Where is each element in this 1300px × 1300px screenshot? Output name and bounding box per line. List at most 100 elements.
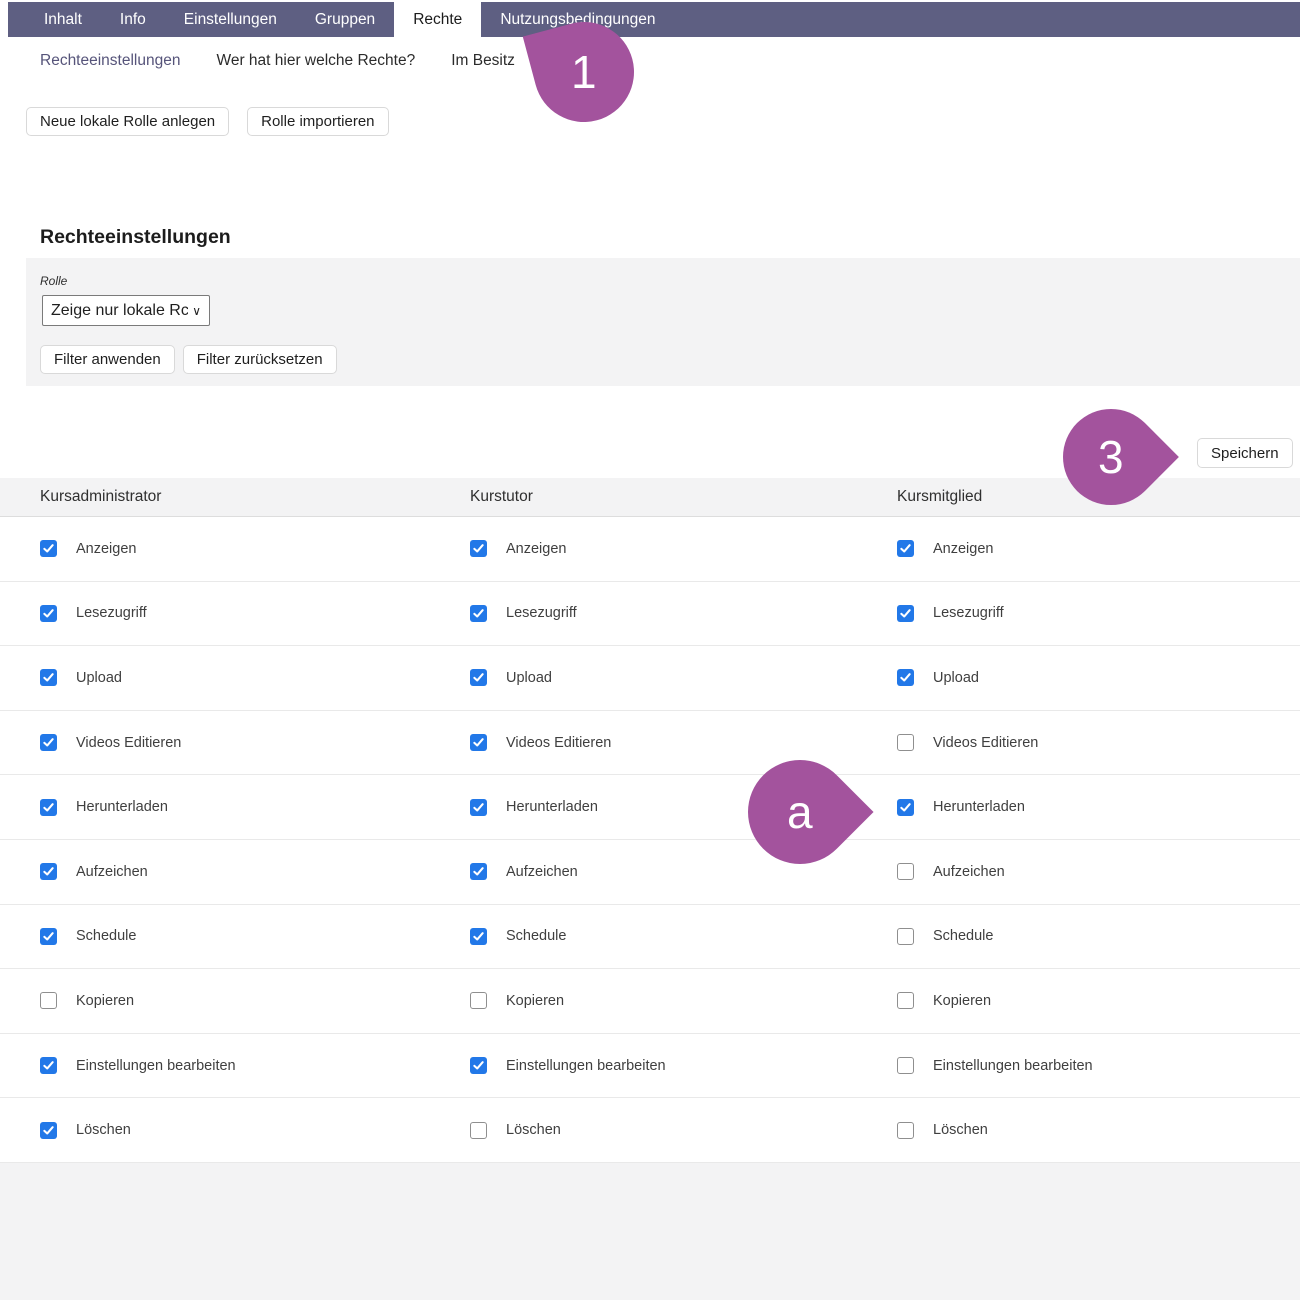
permission-cell-kursadministrator-löschen: Löschen — [40, 1122, 470, 1139]
permission-label: Einstellungen bearbeiten — [76, 1058, 236, 1074]
checkbox-kursadministrator-lesezugriff[interactable] — [40, 605, 57, 622]
column-header-kursadministrator: Kursadministrator — [40, 488, 470, 506]
permission-cell-kurstutor-schedule: Schedule — [470, 928, 897, 945]
permission-cell-kurstutor-löschen: Löschen — [470, 1122, 897, 1139]
permission-cell-kurstutor-einstellungen-bearbeiten: Einstellungen bearbeiten — [470, 1057, 897, 1074]
subnav-tab-im-besitz[interactable]: Im Besitz — [451, 52, 515, 70]
checkbox-kurstutor-einstellungen-bearbeiten[interactable] — [470, 1057, 487, 1074]
apply-filter-button[interactable]: Filter anwenden — [40, 345, 175, 374]
permission-label: Schedule — [933, 928, 993, 944]
permission-label: Löschen — [76, 1122, 131, 1138]
permission-label: Upload — [76, 670, 122, 686]
footer-area — [0, 1163, 1300, 1300]
nav-tab-info[interactable]: Info — [101, 2, 165, 37]
checkbox-kursmitglied-einstellungen-bearbeiten[interactable] — [897, 1057, 914, 1074]
permission-label: Upload — [933, 670, 979, 686]
permission-label: Schedule — [506, 928, 566, 944]
permission-row-lesezugriff: Lesezugriff Lesezugriff Lesezugriff — [0, 582, 1300, 647]
permission-label: Schedule — [76, 928, 136, 944]
subnav-tab-rechteeinstellungen[interactable]: Rechteeinstellungen — [40, 52, 180, 70]
permission-cell-kursadministrator-kopieren: Kopieren — [40, 992, 470, 1009]
role-select-value: Zeige nur lokale Rc — [51, 302, 188, 320]
permission-row-schedule: Schedule Schedule Schedule — [0, 905, 1300, 970]
checkbox-kurstutor-aufzeichen[interactable] — [470, 863, 487, 880]
filter-buttons: Filter anwenden Filter zurücksetzen — [40, 345, 337, 374]
permission-cell-kursmitglied-schedule: Schedule — [897, 928, 1300, 945]
permission-label: Einstellungen bearbeiten — [933, 1058, 1093, 1074]
permission-label: Einstellungen bearbeiten — [506, 1058, 666, 1074]
checkbox-kursadministrator-herunterladen[interactable] — [40, 799, 57, 816]
permission-label: Herunterladen — [76, 799, 168, 815]
checkbox-kursadministrator-schedule[interactable] — [40, 928, 57, 945]
nav-tab-inhalt[interactable]: Inhalt — [25, 2, 101, 37]
permission-label: Lesezugriff — [933, 605, 1004, 621]
permission-cell-kursmitglied-herunterladen: Herunterladen — [897, 799, 1300, 816]
permission-cell-kursadministrator-einstellungen-bearbeiten: Einstellungen bearbeiten — [40, 1057, 470, 1074]
annotation-step-3-label: 3 — [1098, 434, 1124, 480]
permission-label: Aufzeichen — [933, 864, 1005, 880]
checkbox-kursadministrator-anzeigen[interactable] — [40, 540, 57, 557]
permission-label: Kopieren — [506, 993, 564, 1009]
checkbox-kurstutor-herunterladen[interactable] — [470, 799, 487, 816]
filter-panel: Rolle Zeige nur lokale Rc ∨ Filter anwen… — [26, 258, 1300, 386]
checkbox-kursadministrator-kopieren[interactable] — [40, 992, 57, 1009]
save-button[interactable]: Speichern — [1197, 438, 1293, 468]
checkbox-kursmitglied-löschen[interactable] — [897, 1122, 914, 1139]
permission-label: Löschen — [933, 1122, 988, 1138]
permission-label: Herunterladen — [933, 799, 1025, 815]
permission-cell-kurstutor-upload: Upload — [470, 669, 897, 686]
checkbox-kursmitglied-aufzeichen[interactable] — [897, 863, 914, 880]
nav-tab-gruppen[interactable]: Gruppen — [296, 2, 394, 37]
page-title: Rechteeinstellungen — [40, 226, 231, 249]
permission-label: Anzeigen — [76, 541, 136, 557]
checkbox-kursadministrator-upload[interactable] — [40, 669, 57, 686]
permission-row-kopieren: KopierenKopierenKopieren — [0, 969, 1300, 1034]
checkbox-kursadministrator-einstellungen-bearbeiten[interactable] — [40, 1057, 57, 1074]
reset-filter-button[interactable]: Filter zurücksetzen — [183, 345, 337, 374]
permission-row-upload: Upload Upload Upload — [0, 646, 1300, 711]
permission-row-videos-editieren: Videos Editieren Videos Editieren Videos E… — [0, 711, 1300, 776]
sub-navigation: Rechteeinstellungen Wer hat hier welche R… — [40, 52, 515, 70]
permissions-table: AnzeigenAnzeigenAnzeigenLesezugriffLesez… — [0, 517, 1300, 1163]
checkbox-kursmitglied-schedule[interactable] — [897, 928, 914, 945]
permission-cell-kursadministrator-herunterladen: Herunterladen — [40, 799, 470, 816]
checkbox-kurstutor-schedule[interactable] — [470, 928, 487, 945]
checkbox-kurstutor-kopieren[interactable] — [470, 992, 487, 1009]
checkbox-kurstutor-löschen[interactable] — [470, 1122, 487, 1139]
checkbox-kursmitglied-herunterladen[interactable] — [897, 799, 914, 816]
checkbox-kursmitglied-kopieren[interactable] — [897, 992, 914, 1009]
permission-label: Videos Editieren — [76, 735, 181, 751]
permission-cell-kursadministrator-upload: Upload — [40, 669, 470, 686]
checkbox-kursadministrator-aufzeichen[interactable] — [40, 863, 57, 880]
permission-cell-kursmitglied-videos-editieren: Videos Editieren — [897, 734, 1300, 751]
import-role-button[interactable]: Rolle importieren — [247, 107, 388, 136]
annotation-step-1-label: 1 — [571, 49, 597, 95]
checkbox-kursmitglied-videos-editieren[interactable] — [897, 734, 914, 751]
permission-cell-kursadministrator-lesezugriff: Lesezugriff — [40, 605, 470, 622]
permission-label: Anzeigen — [933, 541, 993, 557]
checkbox-kurstutor-videos-editieren[interactable] — [470, 734, 487, 751]
permission-cell-kurstutor-videos-editieren: Videos Editieren — [470, 734, 897, 751]
permission-label: Lesezugriff — [506, 605, 577, 621]
checkbox-kurstutor-upload[interactable] — [470, 669, 487, 686]
checkbox-kursmitglied-lesezugriff[interactable] — [897, 605, 914, 622]
permission-row-einstellungen-bearbeiten: Einstellungen bearbeiten Einstellungen be… — [0, 1034, 1300, 1099]
nav-tab-rechte[interactable]: Rechte — [394, 2, 481, 37]
nav-tab-einstellungen[interactable]: Einstellungen — [165, 2, 296, 37]
checkbox-kurstutor-lesezugriff[interactable] — [470, 605, 487, 622]
permission-label: Aufzeichen — [506, 864, 578, 880]
permission-label: Löschen — [506, 1122, 561, 1138]
checkbox-kursadministrator-löschen[interactable] — [40, 1122, 57, 1139]
permission-row-aufzeichen: AufzeichenAufzeichenAufzeichen — [0, 840, 1300, 905]
role-select[interactable]: Zeige nur lokale Rc ∨ — [42, 295, 210, 326]
checkbox-kurstutor-anzeigen[interactable] — [470, 540, 487, 557]
permission-label: Videos Editieren — [506, 735, 611, 751]
subnav-tab-wer-hat-hier-welche-rechte-[interactable]: Wer hat hier welche Rechte? — [216, 52, 415, 70]
permission-cell-kursadministrator-videos-editieren: Videos Editieren — [40, 734, 470, 751]
new-local-role-button[interactable]: Neue lokale Rolle anlegen — [26, 107, 229, 136]
checkbox-kursmitglied-upload[interactable] — [897, 669, 914, 686]
checkbox-kursadministrator-videos-editieren[interactable] — [40, 734, 57, 751]
permission-cell-kursmitglied-upload: Upload — [897, 669, 1300, 686]
column-header-kurstutor: Kurstutor — [470, 488, 897, 506]
checkbox-kursmitglied-anzeigen[interactable] — [897, 540, 914, 557]
